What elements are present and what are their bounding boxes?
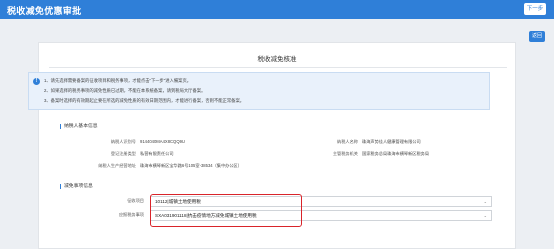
info-icon: !: [33, 78, 40, 85]
next-step-button[interactable]: 下一步: [524, 3, 546, 15]
taxpayer-id-value: 9144040MA4X8CQQ9U: [140, 139, 185, 144]
taxpayer-name-label: 纳税人名称: [337, 139, 358, 144]
taxpayer-id-label: 纳税人识别号: [110, 139, 136, 144]
business-address-label: 纳税人生产经营地址: [98, 163, 136, 168]
chevron-down-icon: ⌄: [483, 213, 487, 218]
notice-line-2: 2、如果选择的税务事项的减免性质已过期，不能在本系统备案，请到税局大厅备案。: [44, 88, 206, 93]
notice-line-1: 1、请先选择需要备案的征收项目和税务事项，才能点击“下一步”进入備案页。: [44, 78, 192, 83]
annotation-highlight-box: [150, 194, 302, 227]
notice-box: ! 1、请先选择需要备案的征收项目和税务事项，才能点击“下一步”进入備案页。 2…: [28, 72, 490, 110]
page-title: 税收减免核准: [257, 56, 297, 63]
title-divider: [49, 67, 507, 68]
page-header-title: 税收减免优惠审批: [7, 6, 82, 16]
business-address-value: 珠海市横琴新区宝华路6号105室-38534（集中办公区）: [140, 163, 242, 168]
registration-type-value: 私营有限责任公司: [140, 151, 174, 156]
tax-matter-label: 应报税务事项: [118, 212, 144, 217]
tax-authority-value: 国家税务总局珠海市横琴新区税务局: [362, 151, 430, 156]
tax-authority-label: 主管税务机关: [332, 151, 358, 156]
taxpayer-name-value: 珠海声势佳人健康管理有限公司: [362, 139, 421, 144]
registration-type-label: 登记注册类型: [110, 151, 136, 156]
header-bar: 税收减免优惠审批 下一步: [0, 0, 554, 19]
taxpayer-section-title: 纳税人基本信息: [60, 124, 98, 129]
levy-item-label: 征收项目: [127, 198, 144, 203]
back-button[interactable]: 返回: [529, 31, 545, 42]
notice-line-3: 3、备案时选择的有效期起止要在所选的减免性质的有效日期范围内，才能进行备案，否则…: [44, 98, 245, 103]
chevron-down-icon: ⌄: [483, 199, 487, 204]
reduction-section-title: 减免事项信息: [60, 184, 93, 189]
